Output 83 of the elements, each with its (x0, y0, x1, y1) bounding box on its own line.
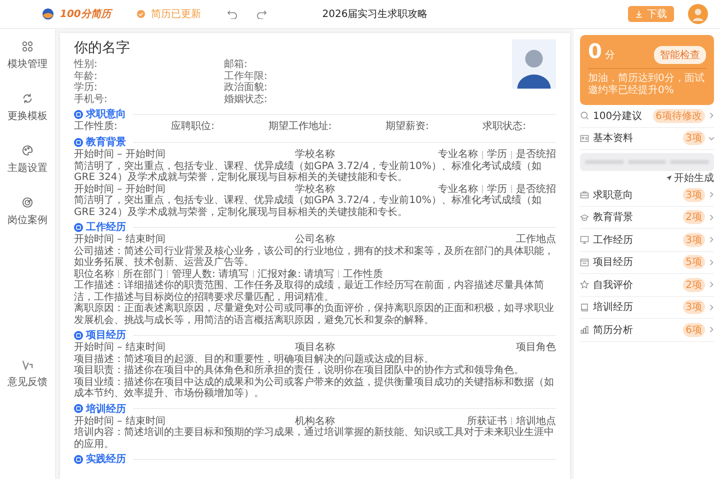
score-unit: 分 (604, 49, 616, 62)
position-field: 汇报对象: 请填写 (258, 268, 334, 280)
entry-meta: 所获证书 (467, 416, 508, 426)
intent-field[interactable]: 工作性质: (74, 121, 118, 133)
module-item[interactable]: 自我评价 2项 (580, 274, 714, 296)
entry-description: 项目职责：描述你在项目中的具体角色和所承担的责任，说明你在项目团队中的协作方式和领导角色。 (74, 365, 525, 376)
score-message: 加油，简历达到0分，面试邀约率已经提升0% (588, 73, 706, 97)
date-range: 开始时间 – 结束时间 (74, 342, 166, 354)
info-field[interactable]: 政治面貌: (224, 82, 374, 94)
entry-name: 公司名称 (294, 234, 336, 246)
info-field[interactable]: 工作年限: (224, 70, 374, 82)
module-item[interactable]: 教育背景 2项 (580, 206, 714, 229)
info-field[interactable]: 邮箱: (224, 59, 374, 70)
entry-description: 项目业绩：描述你在项目中达成的成果和为公司或客户带来的效益，提供衡量项目成功的关键指标和数据（如成本节约、效率提升、市场份额增加等）。 (74, 376, 555, 400)
count-badge: 6项待修改 (652, 108, 705, 123)
sidebar-item[interactable]: 岗位案例 (8, 197, 48, 227)
intent-field[interactable]: 求职状态: (482, 121, 526, 133)
entry-name: 学校名称 (294, 184, 336, 195)
info-field[interactable]: 性别: (74, 59, 224, 70)
count-badge: 2项 (682, 210, 705, 224)
count-badge: 3项 (682, 131, 705, 146)
count-badge: 5项 (682, 255, 705, 270)
count-badge: 3项 (682, 300, 705, 314)
date-range: 开始时间 – 开始时间 (74, 184, 166, 194)
section-title: 实践经历 (86, 452, 126, 466)
count-badge: 3项 (682, 232, 705, 247)
entry-name: 项目名称 (294, 342, 336, 354)
entry-description: 离职原因：正面表述离职原因，尽量避免对公司或同事的负面评价，保持离职原因的正面和积极，如寻求职业发展机会、挑战与成长等，用简洁的语言概括离职原因，避免冗长和复杂的解释。 (74, 303, 555, 326)
date-range: 开始时间 – 开始时间 (74, 149, 166, 160)
section-title: 求职意向 (86, 108, 126, 120)
resume-name[interactable]: 你的名字 (74, 39, 374, 57)
position-field: 职位名称 (74, 268, 114, 280)
module-item[interactable]: 培训经历 3项 (580, 296, 714, 319)
info-field[interactable]: 婚姻状态: (224, 94, 374, 105)
info-field[interactable]: 学历: (74, 82, 224, 94)
date-range: 开始时间 – 结束时间 (74, 234, 166, 246)
count-badge: 2项 (682, 278, 705, 292)
feedback-item[interactable]: 意见反馈 (8, 359, 48, 389)
entry-name: 机构名称 (294, 416, 336, 426)
module-item[interactable]: 求职意向 3项 (580, 184, 714, 206)
entry-meta: 专业名称 (438, 184, 478, 194)
entry-meta: 项目角色 (516, 342, 556, 354)
intent-field[interactable]: 期望工作地址: (268, 121, 332, 133)
entry-meta: 学历 (487, 149, 508, 160)
position-field: 管理人数: 请填写 (172, 268, 249, 280)
info-field[interactable]: 年龄: (74, 70, 224, 82)
entry-meta: 学历 (487, 184, 508, 194)
count-badge: 6项 (682, 322, 705, 337)
module-item[interactable]: 100分建议 6项待修改 (580, 105, 714, 128)
entry-meta: 工作地点 (516, 234, 556, 246)
info-field[interactable]: 手机号: (74, 94, 224, 105)
entry-meta: 专业名称 (438, 149, 478, 160)
count-badge: 3项 (682, 188, 705, 202)
section-title: 培训经历 (86, 402, 126, 416)
position-field: 所在部门 (123, 268, 163, 280)
entry-description: 培训内容：简述培训的主要目标和预期的学习成果，通过培训掌握的新技能、知识或工具对于未来职业生涯中的应用。 (74, 427, 555, 450)
entry-meta: 是否统招 (516, 184, 556, 194)
entry-description: 简洁明了，突出重点，包括专业、课程、优异成绩（如GPA 3.72/4，专业前10%）、标准化考试成绩（如GRE 324）及学术成就与荣誉，定制化展现与目标相关的关键技能和专长。 (74, 195, 542, 218)
intent-field[interactable]: 应聘职位: (171, 121, 215, 133)
module-item[interactable]: 简历分析 6项 (580, 319, 714, 342)
entry-description: 简洁明了，突出重点，包括专业、课程、优异成绩（如GPA 3.72/4，专业前10%）、标准化考试成绩（如GRE 324）及学术成就与荣誉，定制化展现与目标相关的关键技能和专长。 (74, 160, 542, 184)
position-field: 工作性质 (343, 268, 384, 280)
document-title: 2026届实习生求职攻略 (322, 8, 428, 21)
entry-name: 学校名称 (294, 149, 336, 160)
module-item[interactable]: 基本资料 3项 (580, 128, 714, 150)
entry-meta: 培训地点 (516, 416, 556, 426)
section-title: 项目经历 (86, 328, 126, 342)
score-value: 0 (588, 39, 602, 63)
intent-field[interactable]: 期望薪资: (385, 121, 429, 133)
module-item[interactable]: 项目经历 5项 (580, 252, 714, 274)
entry-description: 工作描述：详细描述你的职责范围、工作任务及取得的成绩，最近工作经历写在前面，内容描述尽量具体简洁，工作描述与目标岗位的招聘要求尽量匹配，用词精准。 (74, 280, 545, 302)
entry-description: 公司描述：简述公司行业背景及核心业务，该公司的行业地位，拥有的技术和案等，及所在部门的具体职能，如业务拓展、技术创新、运营及广告等。 (74, 246, 555, 268)
date-range: 开始时间 – 结束时间 (74, 416, 166, 426)
section-title: 教育背景 (86, 135, 126, 148)
entry-description: 项目描述：简述项目的起源、目的和重要性，明确项目解决的问题或达成的目标。 (74, 354, 435, 364)
generate-link[interactable]: 开始生成 (580, 171, 714, 184)
sidebar-item[interactable]: 主题设置 (8, 145, 48, 175)
section-title: 工作经历 (86, 220, 126, 234)
sidebar-item[interactable]: 模块管理 (8, 41, 48, 71)
save-status: 简历已更新 (150, 8, 201, 21)
sidebar-item[interactable]: 更换模板 (8, 93, 48, 123)
module-item[interactable]: 工作经历 3项 (580, 229, 714, 252)
entry-meta: 是否统招 (516, 149, 556, 160)
